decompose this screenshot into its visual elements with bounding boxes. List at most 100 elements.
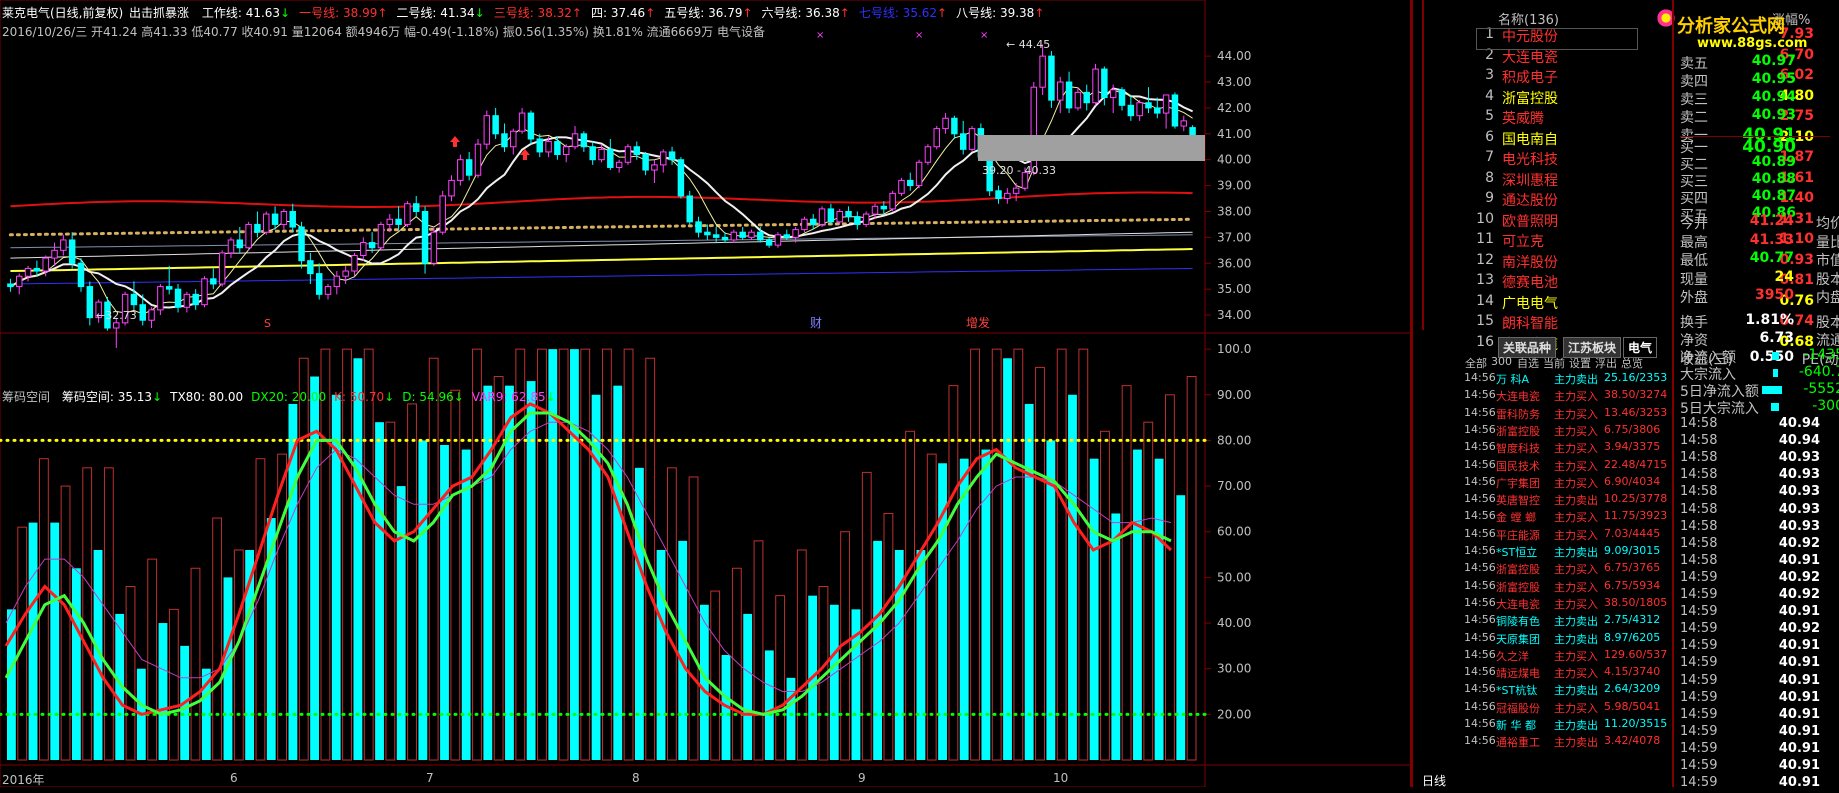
tick-time: 14:59 xyxy=(1680,604,1718,620)
rank-row[interactable]: 14 广电电气 0.76 xyxy=(1476,293,1814,315)
tick-price: 40.91 xyxy=(1778,655,1820,671)
candle-body xyxy=(395,218,402,225)
candle-body xyxy=(68,239,76,264)
rank-row-highlight xyxy=(1476,28,1638,50)
tape-filter-3[interactable]: 自选 xyxy=(1517,355,1539,371)
tape-row[interactable]: 14:56 *ST杭钛 主力卖出 2.64/3209 xyxy=(1464,682,1669,700)
tape-time: 14:56 xyxy=(1464,595,1496,609)
tape-row[interactable]: 14:56 国民技术 主力买入 22.48/4715 xyxy=(1464,458,1669,476)
tape-row[interactable]: 14:56 雷科防务 主力买入 13.46/3253 xyxy=(1464,406,1669,424)
tape-row[interactable]: 14:56 久之洋 主力买入 129.60/537 xyxy=(1464,648,1669,666)
tick-time: 14:58 xyxy=(1680,433,1718,449)
rank-row[interactable]: 8 深圳惠程 1.61 xyxy=(1478,170,1814,192)
tape-row[interactable]: 14:56 平庄能源 主力买入 7.03/4445 xyxy=(1464,527,1669,545)
tape-row[interactable]: 14:56 浙富控股 主力买入 6.75/5934 xyxy=(1464,579,1669,597)
tape-filter-6[interactable]: 浮出 xyxy=(1595,355,1617,371)
tape-filter-4[interactable]: 当前 xyxy=(1543,355,1565,371)
tick-price: 40.93 xyxy=(1778,501,1820,517)
osc-bar xyxy=(873,540,883,760)
date-tick-label: 6 xyxy=(230,771,238,785)
flow-value: -300 xyxy=(1812,398,1839,414)
tape-row[interactable]: 14:56 铜陵有色 主力卖出 2.75/4312 xyxy=(1464,613,1669,631)
tick-price: 40.91 xyxy=(1778,775,1820,791)
tape-row[interactable]: 14:56 万 科A 主力卖出 25.16/2353 xyxy=(1464,371,1669,389)
candle-body xyxy=(139,304,146,321)
ask-label: 卖四 xyxy=(1680,74,1708,90)
osc-bar xyxy=(212,517,223,761)
tape-row[interactable]: 14:56 天原集团 主力卖出 8.97/6205 xyxy=(1464,631,1669,649)
tape-value: 3.94/3375 xyxy=(1604,440,1661,454)
rank-row[interactable]: 3 积成电子 6.02 xyxy=(1478,67,1814,89)
osc-bar xyxy=(1068,394,1077,760)
oscillator-value-3: DX20: 20.00 xyxy=(251,390,327,404)
tape-time: 14:56 xyxy=(1464,544,1496,557)
tick-price: 40.91 xyxy=(1778,604,1820,620)
ma-line-blue xyxy=(10,267,1193,285)
candle-body xyxy=(1074,91,1082,109)
rank-row[interactable]: 15 朗科智能 0.74 xyxy=(1476,313,1814,335)
tape-row[interactable]: 14:56 新 华 都 主力卖出 11.20/3515 xyxy=(1464,717,1669,735)
osc-bar xyxy=(168,608,179,761)
tape-row[interactable]: 14:56 浙富控股 主力买入 6.75/3765 xyxy=(1464,561,1669,579)
tape-row[interactable]: 14:56 *ST恒立 主力卖出 9.09/3015 xyxy=(1464,544,1669,562)
tape-stock: 英唐智控 xyxy=(1496,494,1540,508)
tape-value: 38.50/3274 xyxy=(1604,388,1668,402)
candle-body xyxy=(880,205,888,210)
price-tick-label: 37.00 xyxy=(1217,230,1251,244)
rank-row[interactable]: 9 通达股份 1.40 xyxy=(1478,190,1814,212)
rank-row[interactable]: 5 英威腾 2.75 xyxy=(1478,108,1814,130)
candle-body xyxy=(660,151,667,166)
rank-row[interactable]: 11 可立克 1.10 xyxy=(1476,231,1814,253)
tape-row[interactable]: 14:56 靖远煤电 主力买入 4.15/3740 xyxy=(1464,665,1669,683)
period-tab-daily[interactable]: 日线 xyxy=(1422,772,1446,789)
tape-filter-1[interactable]: 全部 xyxy=(1465,355,1487,371)
flow-value: -640.7 xyxy=(1798,364,1839,380)
candle-body xyxy=(1065,81,1073,109)
stat-label-2: 量比 xyxy=(1816,234,1839,251)
tape-filter-2[interactable]: 300 xyxy=(1491,355,1512,368)
rank-stock-name: 欧普照明 xyxy=(1502,213,1558,230)
candle-body xyxy=(968,128,976,150)
tape-value: 6.75/3765 xyxy=(1604,561,1661,575)
orderbook-separator xyxy=(1680,136,1830,137)
candle-body xyxy=(527,112,535,140)
osc-bar xyxy=(1143,421,1154,761)
tape-filter-7[interactable]: 总览 xyxy=(1621,355,1643,371)
tape-row[interactable]: 14:56 大连电瓷 主力买入 38.50/3274 xyxy=(1464,388,1669,406)
tape-stock: 浙富控股 xyxy=(1496,563,1540,577)
rank-row[interactable]: 12 南洋股份 0.93 xyxy=(1476,252,1814,274)
osc-bar xyxy=(548,349,558,760)
tape-filter-5[interactable]: 设置 xyxy=(1569,355,1591,371)
candle-body xyxy=(333,275,341,288)
event-marker-zeng[interactable]: 增发 xyxy=(966,315,990,330)
osc-bar xyxy=(656,550,666,760)
candle-body xyxy=(448,179,455,197)
tape-row[interactable]: 14:56 智度科技 主力买入 3.94/3375 xyxy=(1464,440,1669,458)
rank-row[interactable]: 4 浙富控股 4.80 xyxy=(1478,88,1814,110)
tape-row[interactable]: 14:56 英唐智控 主力卖出 10.25/3778 xyxy=(1464,492,1669,510)
osc-bar xyxy=(1165,394,1175,761)
tape-row[interactable]: 14:56 通裕重工 主力卖出 3.42/4078 xyxy=(1464,734,1669,752)
tape-row[interactable]: 14:56 广宇集团 主力买入 6.90/4034 xyxy=(1464,475,1669,493)
tape-row[interactable]: 14:56 金 螳 螂 主力买入 11.75/3923 xyxy=(1464,509,1669,527)
osc-tick-label: 70.00 xyxy=(1217,479,1251,493)
tape-time: 14:56 xyxy=(1464,665,1496,679)
tape-row[interactable]: 14:56 大连电瓷 主力买入 38.50/1805 xyxy=(1464,596,1669,614)
tape-time: 14:56 xyxy=(1464,405,1496,419)
rank-row[interactable]: 7 电光科技 1.87 xyxy=(1478,149,1814,171)
tick-row: 14:59 40.91 xyxy=(1680,775,1820,793)
rank-row[interactable]: 10 欧普照明 1.31 xyxy=(1476,211,1814,233)
event-marker-cai[interactable]: 财 xyxy=(810,316,822,330)
rank-row[interactable]: 6 国电南自 2.10 xyxy=(1478,129,1814,151)
tick-time: 14:59 xyxy=(1680,569,1718,585)
rank-row[interactable]: 13 德赛电池 0.81 xyxy=(1476,272,1814,294)
event-marker-s[interactable]: S xyxy=(264,317,271,330)
tape-action: 主力买入 xyxy=(1554,511,1598,525)
indicator-line-7: 六号线: 36.38 xyxy=(761,6,840,20)
tape-action: 主力买入 xyxy=(1554,424,1598,438)
tape-row[interactable]: 14:56 浙富控股 主力买入 6.75/3806 xyxy=(1464,423,1669,441)
rank-index: 7 xyxy=(1485,149,1494,165)
tape-action: 主力买入 xyxy=(1554,442,1598,456)
tape-time: 14:56 xyxy=(1464,561,1496,575)
tape-row[interactable]: 14:56 冠福股份 主力买入 5.98/5041 xyxy=(1464,700,1669,718)
